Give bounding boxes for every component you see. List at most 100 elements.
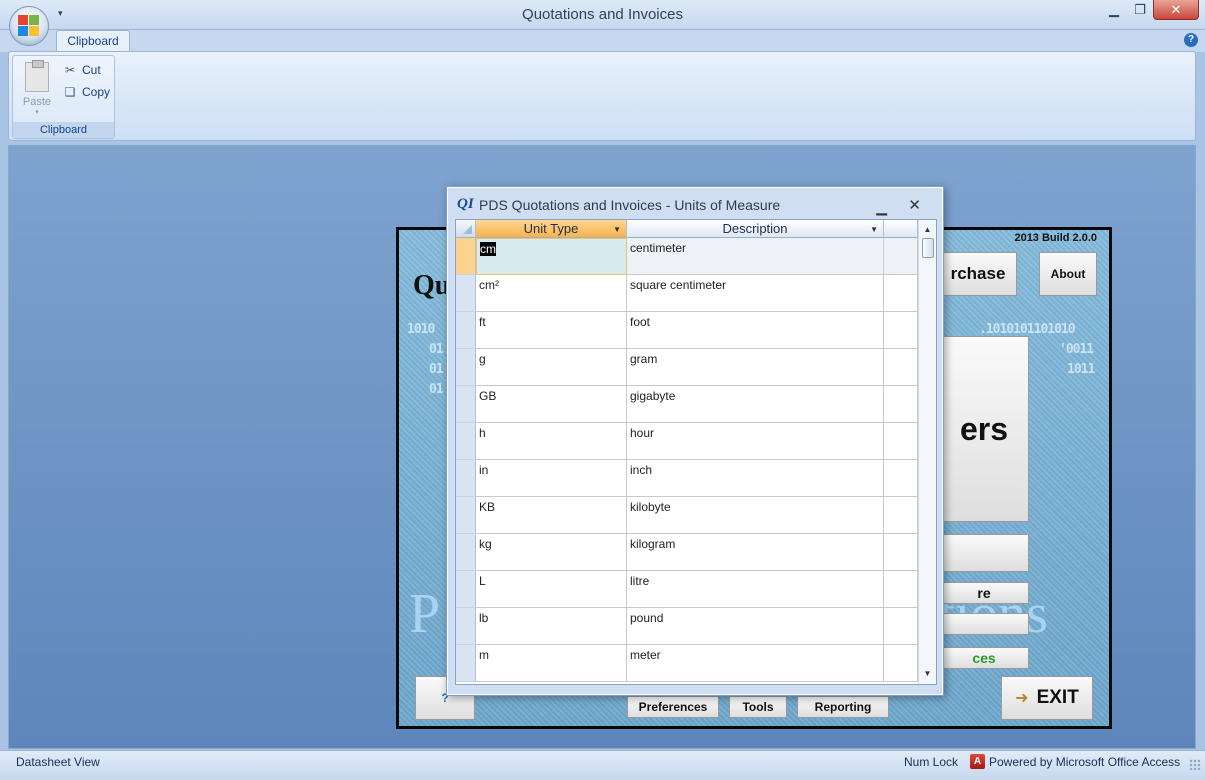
reporting-button[interactable]: Reporting — [797, 696, 889, 718]
description-cell[interactable]: meter — [627, 645, 884, 682]
units-of-measure-button[interactable]: re — [939, 582, 1029, 604]
empty-cell — [884, 534, 918, 571]
row-selector[interactable] — [456, 534, 476, 571]
row-selector[interactable] — [456, 349, 476, 386]
description-cell[interactable]: kilogram — [627, 534, 884, 571]
table-row[interactable]: cm centimeter — [456, 238, 918, 275]
description-cell[interactable]: foot — [627, 312, 884, 349]
empty-cell — [884, 349, 918, 386]
unit-type-cell[interactable]: cm² — [476, 275, 627, 312]
table-row[interactable]: KB kilobyte — [456, 497, 918, 534]
unit-type-cell[interactable]: m — [476, 645, 627, 682]
copy-button[interactable]: ❏ Copy — [63, 83, 110, 101]
column-header-description[interactable]: Description ▼ — [627, 220, 884, 238]
row-selector[interactable] — [456, 386, 476, 423]
unit-type-cell[interactable]: kg — [476, 534, 627, 571]
unit-type-cell[interactable]: in — [476, 460, 627, 497]
unit-type-cell[interactable]: L — [476, 571, 627, 608]
exit-button[interactable]: ➜ EXIT — [1001, 676, 1093, 720]
blank-button[interactable] — [939, 534, 1029, 572]
unit-type-cell[interactable]: GB — [476, 386, 627, 423]
scissors-icon: ✂ — [64, 63, 76, 77]
close-button[interactable]: ✕ — [1153, 0, 1199, 20]
table-row[interactable]: h hour — [456, 423, 918, 460]
row-selector[interactable] — [456, 571, 476, 608]
dialog-title: PDS Quotations and Invoices - Units of M… — [479, 197, 781, 213]
unit-type-value: GB — [479, 389, 497, 403]
scroll-down-icon[interactable]: ▼ — [919, 666, 936, 682]
unit-type-cell[interactable]: cm — [476, 238, 627, 275]
ribbon-tab-strip: Clipboard ? — [0, 30, 1205, 52]
row-selector[interactable] — [456, 238, 476, 275]
minimize-button[interactable]: ▁ — [1101, 0, 1127, 20]
unit-type-cell[interactable]: g — [476, 349, 627, 386]
row-selector[interactable] — [456, 497, 476, 534]
unit-type-value: in — [479, 463, 489, 477]
unit-type-cell[interactable]: lb — [476, 608, 627, 645]
restore-button[interactable]: ❐ — [1127, 0, 1153, 20]
resize-grip[interactable] — [1189, 759, 1201, 771]
paste-dropdown-icon: ▾ — [35, 109, 39, 116]
row-selector[interactable] — [456, 608, 476, 645]
row-selector[interactable] — [456, 275, 476, 312]
title-bar: ▾ Quotations and Invoices ▁ ❐ ✕ — [0, 0, 1205, 46]
unit-type-value: KB — [479, 500, 496, 514]
description-cell[interactable]: square centimeter — [627, 275, 884, 312]
empty-cell — [884, 238, 918, 275]
vertical-scrollbar[interactable]: ▲ ▼ — [918, 220, 936, 684]
row-selector[interactable] — [456, 645, 476, 682]
table-row[interactable]: ft foot — [456, 312, 918, 349]
cut-button[interactable]: ✂ Cut — [63, 61, 101, 79]
description-cell[interactable]: gigabyte — [627, 386, 884, 423]
office-button[interactable] — [9, 6, 49, 46]
description-cell[interactable]: inch — [627, 460, 884, 497]
description-value: foot — [630, 315, 651, 329]
chevron-down-icon[interactable]: ▼ — [870, 221, 878, 238]
row-selector[interactable] — [456, 460, 476, 497]
preferences-button[interactable]: Preferences — [627, 696, 719, 718]
main-section-button[interactable]: ers — [939, 336, 1029, 522]
table-row[interactable]: cm² square centimeter — [456, 275, 918, 312]
units-datasheet: Unit Type ▼ Description ▼ cm centimeter cm… — [455, 219, 937, 685]
paste-button[interactable]: Paste ▾ — [19, 60, 55, 118]
dialog-close-button[interactable]: ✕ — [908, 196, 921, 214]
description-cell[interactable]: gram — [627, 349, 884, 386]
dialog-minimize-button[interactable]: ▁ — [876, 199, 887, 216]
purchase-button[interactable]: rchase — [939, 252, 1017, 296]
description-cell[interactable]: centimeter — [627, 238, 884, 275]
unit-type-cell[interactable]: ft — [476, 312, 627, 349]
row-selector[interactable] — [456, 312, 476, 349]
description-cell[interactable]: litre — [627, 571, 884, 608]
empty-cell — [884, 571, 918, 608]
description-cell[interactable]: pound — [627, 608, 884, 645]
select-all-cell[interactable] — [456, 220, 476, 238]
table-row[interactable]: m meter — [456, 645, 918, 682]
row-selector[interactable] — [456, 423, 476, 460]
tab-clipboard[interactable]: Clipboard — [56, 30, 130, 52]
paste-label: Paste — [22, 96, 52, 108]
table-row[interactable]: Llitre — [456, 571, 918, 608]
description-cell[interactable]: hour — [627, 423, 884, 460]
build-label: 2013 Build 2.0.0 — [1014, 232, 1097, 244]
table-row[interactable]: g gram — [456, 349, 918, 386]
table-row[interactable]: GB gigabyte — [456, 386, 918, 423]
description-cell[interactable]: kilobyte — [627, 497, 884, 534]
scroll-thumb[interactable] — [922, 238, 934, 258]
help-icon[interactable]: ? — [1184, 33, 1198, 47]
cut-label: Cut — [82, 63, 101, 77]
scroll-up-icon[interactable]: ▲ — [919, 222, 936, 238]
about-button[interactable]: About — [1039, 252, 1097, 296]
chevron-down-icon[interactable]: ▼ — [613, 221, 621, 238]
table-row[interactable]: in inch — [456, 460, 918, 497]
unit-type-cell[interactable]: h — [476, 423, 627, 460]
column-header-unit-type[interactable]: Unit Type ▼ — [476, 220, 627, 238]
tools-button[interactable]: Tools — [729, 696, 787, 718]
table-row[interactable]: lb pound — [456, 608, 918, 645]
table-row[interactable]: kg kilogram — [456, 534, 918, 571]
dialog-title-bar[interactable]: QI PDS Quotations and Invoices - Units o… — [447, 187, 943, 219]
description-value: gigabyte — [630, 389, 676, 403]
unit-type-cell[interactable]: KB — [476, 497, 627, 534]
invoices-button[interactable]: ces — [939, 647, 1029, 669]
switchboard-title: Qu — [413, 270, 451, 301]
blank-button-2[interactable] — [939, 613, 1029, 635]
